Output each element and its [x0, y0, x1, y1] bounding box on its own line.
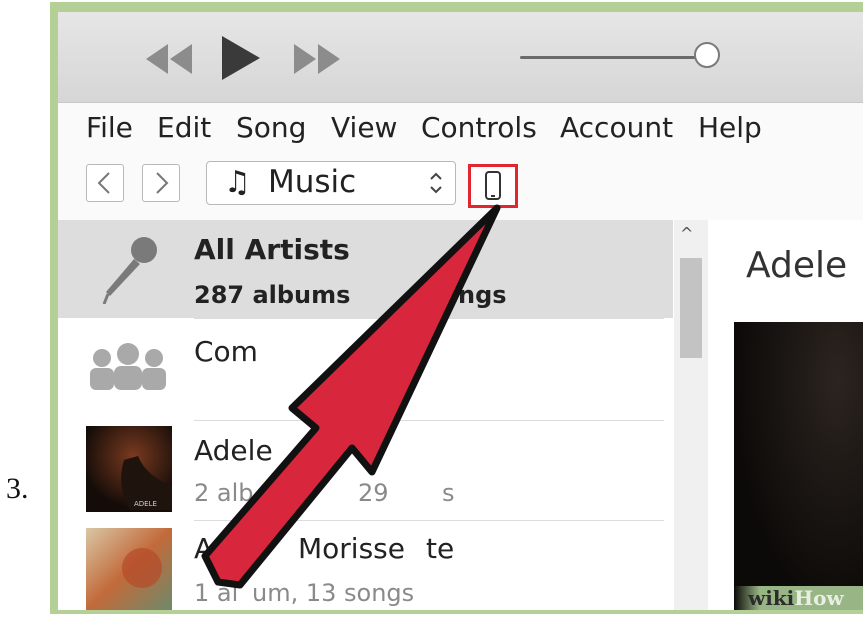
play-icon[interactable]: [218, 34, 262, 82]
rewind-icon[interactable]: [142, 42, 196, 76]
media-type-label: Music: [268, 164, 357, 200]
volume-slider-knob[interactable]: [694, 42, 720, 68]
device-button[interactable]: [468, 164, 518, 208]
step-number: 3.: [6, 472, 29, 505]
select-arrows-icon: [430, 172, 442, 194]
itunes-window: File Edit Song View Controls Account Hel…: [58, 12, 863, 610]
svg-text:ADELE: ADELE: [134, 500, 157, 508]
morissette-row-subtitle: 1 al: [194, 579, 239, 607]
menu-file[interactable]: File: [86, 111, 133, 145]
forward-button[interactable]: [142, 164, 180, 202]
artist-row-title: All Artists: [194, 233, 350, 266]
playback-toolbar: [58, 12, 863, 103]
fast-forward-icon[interactable]: [290, 42, 344, 76]
menu-help[interactable]: Help: [698, 111, 762, 145]
iphone-icon: [485, 171, 501, 200]
scrollbar-thumb[interactable]: [680, 258, 702, 358]
adele-row-subtitle: 2 alb: [194, 479, 254, 507]
menu-song[interactable]: Song: [236, 111, 306, 145]
menu-view[interactable]: View: [331, 111, 397, 145]
music-note-icon: ♫: [224, 165, 251, 200]
artist-heading: Adele: [746, 245, 848, 286]
chevron-right-icon: [156, 172, 169, 194]
artist-row-subtitle-tail: ngs: [458, 281, 507, 309]
adele-row-subtitle-tail: s: [442, 479, 455, 507]
chevron-left-icon: [97, 172, 110, 194]
watermark-logo: wikiHow: [748, 586, 844, 610]
adele-row-title: Adele: [194, 434, 273, 467]
morissette-row-subtitle-right: um, 13 songs: [252, 579, 415, 607]
scroll-up-arrow-icon[interactable]: ^: [680, 224, 693, 243]
morissette-row-title-tail: te: [426, 532, 455, 565]
compilations-row-title: Com: [194, 335, 258, 368]
menu-account[interactable]: Account: [560, 111, 673, 145]
microphone-icon: [102, 237, 157, 304]
artist-row-subtitle: 287 albums: [194, 281, 351, 309]
row-divider: [194, 420, 664, 421]
album-art-adele: ADELE: [86, 426, 172, 512]
volume-slider-track[interactable]: [520, 56, 710, 59]
back-button[interactable]: [86, 164, 124, 202]
album-art-morissette: [86, 528, 172, 610]
row-divider: [194, 520, 664, 521]
album-cover-large: [734, 322, 863, 610]
menu-controls[interactable]: Controls: [421, 111, 537, 145]
group-icon: [90, 343, 166, 390]
menu-edit[interactable]: Edit: [157, 111, 211, 145]
morissette-row-title: A: [194, 532, 214, 565]
row-divider: [194, 318, 664, 319]
adele-row-subtitle-mid: 29: [358, 479, 389, 507]
morissette-row-title-right: Morisse: [298, 532, 405, 565]
